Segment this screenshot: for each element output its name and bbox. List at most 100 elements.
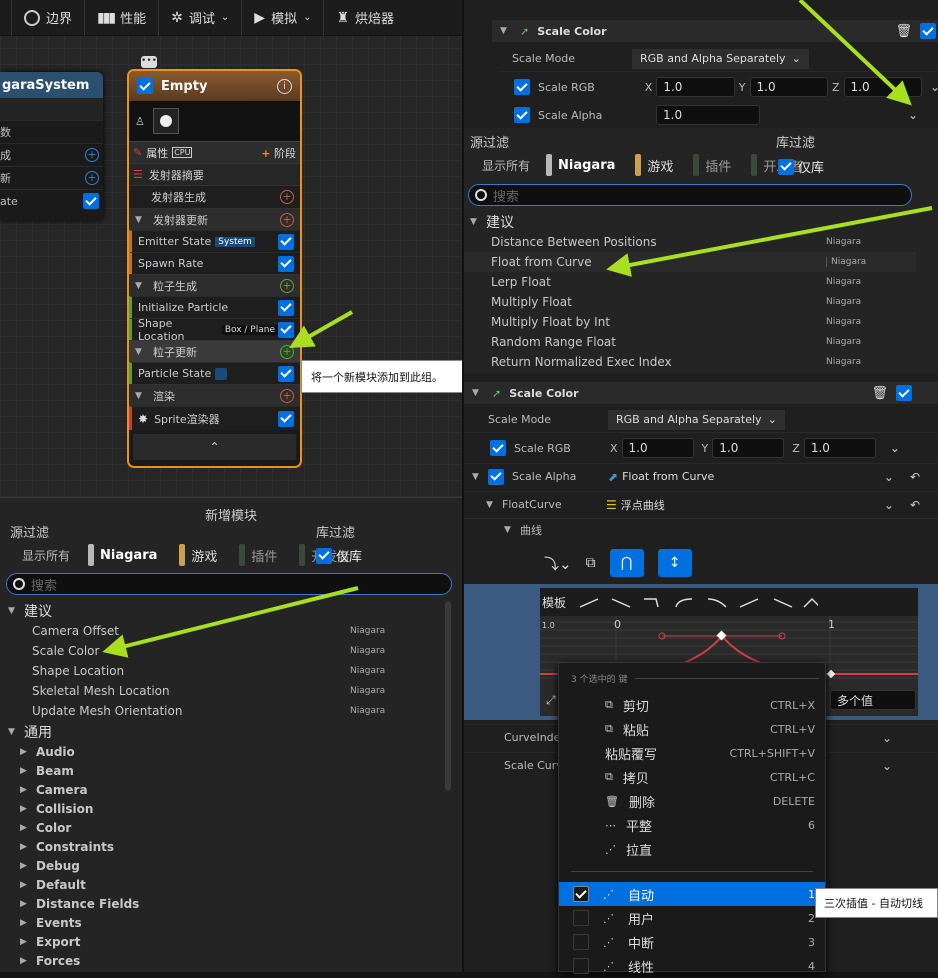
library-only-toggle[interactable]: 仅库 bbox=[778, 157, 824, 176]
float-search-input[interactable]: 搜索 bbox=[468, 184, 912, 206]
collapse-icon[interactable]: ▼ bbox=[135, 347, 147, 357]
scale-rgb-z[interactable]: 1.0 bbox=[843, 77, 922, 97]
category-item[interactable]: ▶ Debug bbox=[0, 856, 448, 875]
trash-icon[interactable]: 🗑 bbox=[871, 386, 888, 401]
trash-icon[interactable]: 🗑 bbox=[895, 24, 912, 39]
list-item[interactable]: Update Mesh Orientation Niagara bbox=[0, 701, 448, 721]
module-initialize-particle[interactable]: Initialize Particle bbox=[129, 296, 300, 318]
filter-game[interactable]: 游戏 bbox=[175, 544, 221, 566]
emitter-summary-row[interactable]: ☰ 发射器摘要 bbox=[129, 163, 300, 185]
collapse-icon[interactable]: ▼ bbox=[135, 281, 147, 291]
library-only-checkbox[interactable] bbox=[316, 547, 332, 564]
module-particle-state[interactable]: Particle State bbox=[129, 362, 300, 384]
category-item[interactable]: ▶ Default bbox=[0, 875, 448, 894]
module-enabled-checkbox[interactable] bbox=[278, 410, 294, 427]
emitter-enabled-checkbox[interactable] bbox=[137, 78, 153, 94]
general-category[interactable]: ▼ 通用 bbox=[0, 721, 448, 742]
debug-button[interactable]: ✲ 调试 ⌄ bbox=[159, 0, 243, 36]
scale-rgb-z[interactable]: 1.0 bbox=[803, 438, 876, 458]
module-spawn-rate[interactable]: Spawn Rate bbox=[129, 252, 300, 274]
add-module-icon[interactable]: + bbox=[280, 190, 294, 204]
list-scrollbar[interactable] bbox=[445, 601, 451, 791]
collapse-icon[interactable]: ▼ bbox=[472, 472, 484, 482]
list-item[interactable]: Random Range Float Niagara bbox=[464, 332, 916, 352]
emitter-spawn-row[interactable]: 发射器生成 + bbox=[129, 185, 300, 208]
scale-rgb-checkbox[interactable] bbox=[490, 440, 506, 456]
category-item[interactable]: ▶ Color bbox=[0, 818, 448, 837]
show-all-button[interactable]: 显示所有 bbox=[482, 157, 530, 174]
system-node[interactable]: garaSystem 数 成 + 新 + ate bbox=[0, 72, 103, 220]
suggested-category[interactable]: ▼ 建议 bbox=[0, 601, 448, 621]
simulate-button[interactable]: ▶ 模拟 ⌄ bbox=[242, 0, 325, 36]
menu-item-cut[interactable]: ⧉ 剪切 CTRL+X bbox=[559, 693, 825, 717]
scale-rgb-checkbox[interactable] bbox=[514, 79, 530, 95]
collapse-icon[interactable]: ▼ bbox=[472, 388, 484, 398]
module-shape-location[interactable]: Shape Location Box / Plane bbox=[129, 317, 300, 343]
expand-icon[interactable]: ⤢ bbox=[546, 693, 556, 708]
collapse-icon[interactable]: ▼ bbox=[486, 500, 498, 510]
enabled-checkbox[interactable] bbox=[83, 193, 99, 209]
add-renderer-icon[interactable]: + bbox=[280, 388, 294, 403]
emitter-thumbnail[interactable] bbox=[152, 108, 179, 134]
menu-item-flatten[interactable]: ⋯ 平整 6 bbox=[559, 813, 825, 837]
chevron-down-icon[interactable]: ⌄ bbox=[882, 731, 892, 745]
list-item[interactable]: Multiply Float Niagara bbox=[464, 292, 916, 312]
list-item[interactable]: Lerp Float Niagara bbox=[464, 272, 916, 292]
filter-plugin[interactable]: 插件 bbox=[689, 154, 735, 176]
category-item[interactable]: ▶ Constraints bbox=[0, 837, 448, 856]
menu-item-paste-overwrite[interactable]: 粘贴覆写 CTRL+SHIFT+V bbox=[559, 741, 825, 765]
add-icon[interactable]: + bbox=[85, 148, 99, 162]
library-only-checkbox[interactable] bbox=[778, 158, 794, 175]
particle-spawn-group[interactable]: ▼ 粒子生成 + bbox=[129, 274, 300, 296]
filter-game[interactable]: 游戏 bbox=[631, 154, 677, 176]
list-item[interactable]: Camera Offset Niagara bbox=[0, 621, 448, 641]
filter-niagara[interactable]: Niagara bbox=[542, 154, 619, 176]
category-item[interactable]: ▶ Audio bbox=[0, 742, 448, 761]
category-item[interactable]: ▶ Beam bbox=[0, 761, 448, 780]
list-item[interactable]: Shape Location Niagara bbox=[0, 661, 448, 681]
module-enabled-checkbox[interactable] bbox=[278, 233, 294, 250]
particle-update-group[interactable]: ▼ 粒子更新 + bbox=[129, 340, 300, 362]
system-row[interactable]: ate bbox=[0, 189, 103, 212]
emitter-update-group[interactable]: ▼ 发射器更新 + bbox=[129, 208, 300, 230]
scale-alpha-input[interactable]: 1.0 bbox=[656, 105, 760, 125]
scale-alpha-checkbox[interactable] bbox=[488, 468, 504, 485]
collapse-icon[interactable]: ▼ bbox=[135, 391, 147, 401]
list-item-selected[interactable]: Float from Curve Niagara bbox=[464, 252, 916, 272]
module-enabled-checkbox[interactable] bbox=[278, 365, 294, 382]
key-tool-button[interactable]: ⤵⌄ bbox=[544, 553, 572, 574]
module-emitter-state[interactable]: Emitter State System bbox=[129, 230, 300, 252]
menu-item-straighten[interactable]: ⋰ 拉直 bbox=[559, 837, 825, 861]
chevron-down-icon[interactable]: ⌄ bbox=[884, 470, 894, 484]
category-item[interactable]: ▶ Forces bbox=[0, 951, 448, 970]
properties-row[interactable]: ✎ 属性 CPU + 阶段 bbox=[129, 141, 300, 163]
reset-icon[interactable]: ↶ bbox=[910, 470, 920, 484]
bounds-button[interactable]: 边界 bbox=[12, 0, 86, 36]
category-item[interactable]: ▶ Events bbox=[0, 913, 448, 932]
scale-mode-dropdown[interactable]: RGB and Alpha Separately ⌄ bbox=[608, 409, 785, 430]
scale-color-header[interactable]: ▼ ➚ Scale Color 🗑 bbox=[464, 382, 938, 404]
chevron-down-icon[interactable]: ⌄ bbox=[884, 498, 894, 512]
add-module-icon[interactable]: + bbox=[280, 344, 294, 359]
menu-item-interp-linear[interactable]: ⋰ 线性 4 bbox=[559, 954, 825, 978]
bake-button[interactable]: ♜ 烘焙器 bbox=[324, 0, 406, 36]
category-item[interactable]: ▶ Export bbox=[0, 932, 448, 951]
performance-button[interactable]: ▮▮▮ 性能 bbox=[85, 0, 160, 36]
show-all-button[interactable]: 显示所有 bbox=[22, 547, 70, 564]
scale-alpha-checkbox[interactable] bbox=[514, 107, 530, 123]
list-item[interactable]: Skeletal Mesh Location Niagara bbox=[0, 681, 448, 701]
add-module-icon[interactable]: + bbox=[280, 278, 294, 293]
collapse-icon[interactable]: ▼ bbox=[135, 215, 147, 225]
curve-key[interactable] bbox=[826, 669, 836, 679]
category-item[interactable]: ▶ Distance Fields bbox=[0, 894, 448, 913]
library-only-toggle[interactable]: 仅库 bbox=[316, 546, 362, 565]
module-sprite-renderer[interactable]: ✸ Sprite渲染器 bbox=[129, 406, 300, 430]
chevron-down-icon[interactable]: ⌄ bbox=[882, 759, 892, 773]
chevron-down-icon[interactable]: ⌄ bbox=[890, 441, 900, 455]
module-search-input[interactable]: 搜索 bbox=[6, 573, 452, 595]
open-editor-icon[interactable]: ⧉ bbox=[586, 555, 596, 571]
system-row[interactable]: 数 bbox=[0, 120, 103, 143]
scale-rgb-x[interactable]: 1.0 bbox=[621, 438, 694, 458]
multi-value-input[interactable]: 多个值 bbox=[830, 690, 916, 710]
scale-rgb-y[interactable]: 1.0 bbox=[749, 77, 828, 97]
